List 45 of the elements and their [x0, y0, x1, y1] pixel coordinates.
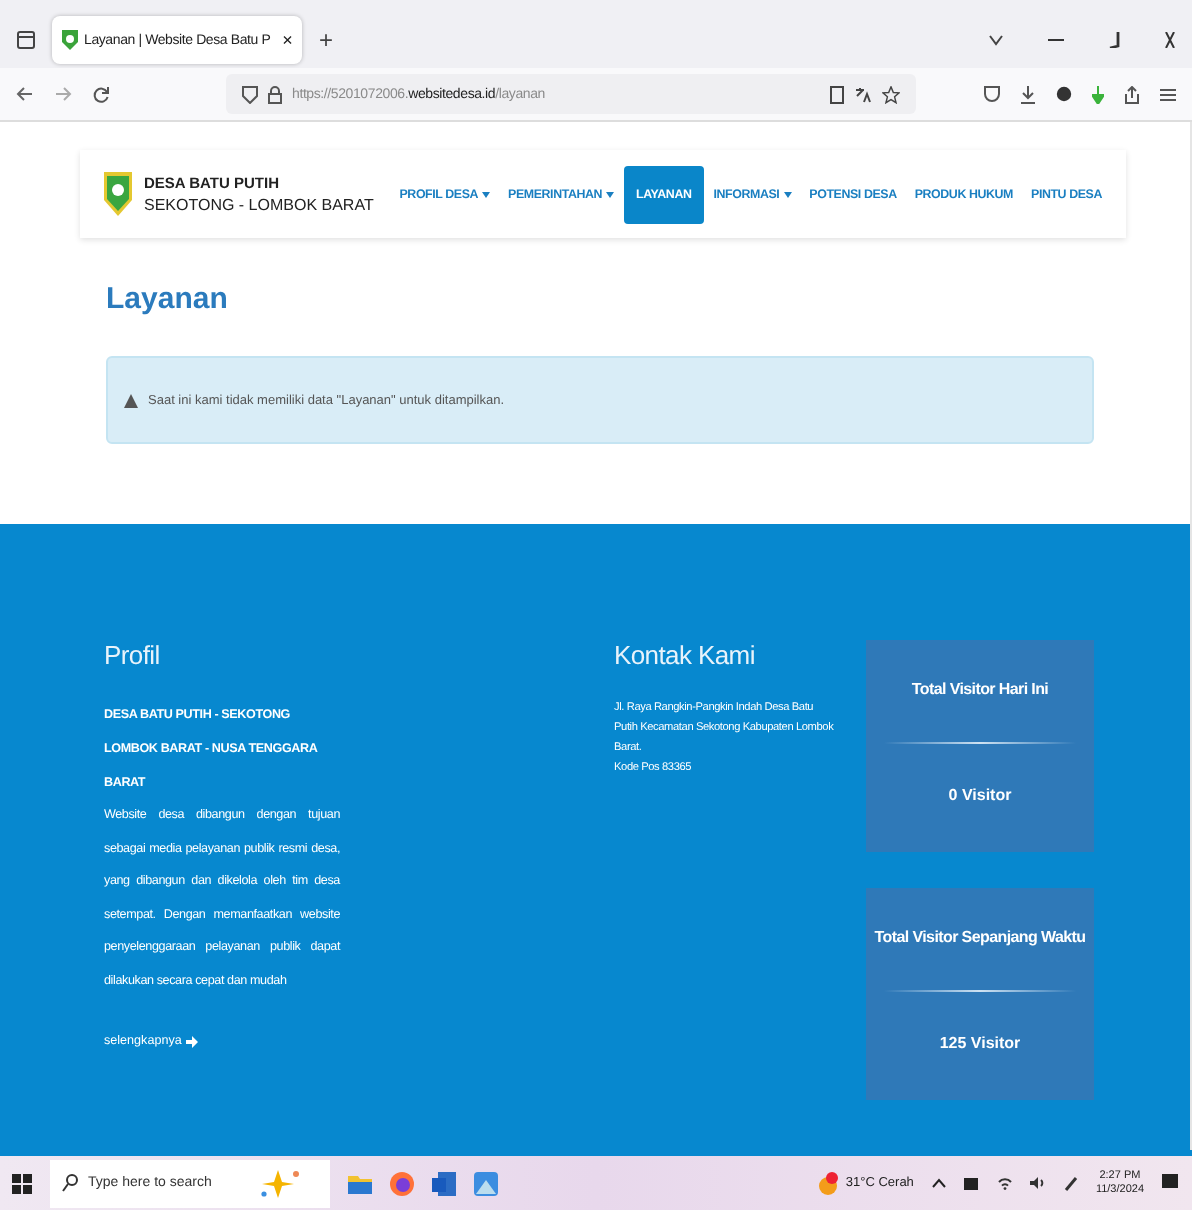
arrow-right-icon [185, 1035, 198, 1047]
emblem-logo-icon [104, 172, 132, 216]
translate-icon[interactable] [854, 85, 872, 103]
download-icon[interactable] [1020, 85, 1036, 103]
caret-icon [482, 191, 491, 197]
footer-heading: Kontak Kami [614, 640, 757, 670]
back-icon[interactable] [16, 86, 34, 102]
word-icon[interactable] [432, 1171, 456, 1195]
folder-icon[interactable] [348, 1171, 372, 1195]
site-subtitle: SEKOTONG - LOMBOK BARAT [144, 196, 374, 214]
chevron-up-icon[interactable] [931, 1178, 946, 1188]
page-heading: Layanan [106, 282, 230, 316]
arrow-down-icon[interactable] [1092, 85, 1104, 103]
caret-icon [783, 191, 792, 197]
scrollbar[interactable] [1190, 122, 1192, 1150]
warning-icon [124, 393, 138, 407]
menu-icon[interactable] [1160, 87, 1176, 101]
close-icon[interactable] [1164, 32, 1176, 48]
close-tab-button[interactable]: × [282, 30, 293, 50]
sparkle-icon [258, 1167, 302, 1199]
caret-icon [606, 191, 615, 197]
tab-list-icon[interactable] [16, 30, 36, 50]
reload-icon[interactable] [92, 85, 110, 103]
photos-icon[interactable] [474, 1171, 498, 1195]
speaker-icon[interactable] [1029, 1176, 1046, 1190]
visitor-count: 0 Visitor [948, 786, 1012, 804]
new-tab-button[interactable]: + [318, 26, 333, 54]
weather-icon [817, 1171, 838, 1195]
search-icon [62, 1174, 78, 1192]
footer-heading: Profil [104, 640, 162, 670]
visitor-label: Total Visitor Sepanjang Waktu [874, 928, 1086, 946]
minimize-icon[interactable] [1048, 38, 1064, 42]
browser-icon[interactable] [390, 1171, 414, 1195]
star-icon[interactable] [882, 85, 900, 103]
visitor-label: Total Visitor Hari Ini [911, 680, 1049, 698]
lock-icon [268, 85, 282, 103]
reader-view-icon[interactable] [830, 85, 844, 103]
shield-icon [62, 30, 78, 50]
pocket-icon[interactable] [984, 86, 1000, 102]
windows-start-icon[interactable] [12, 1173, 32, 1193]
visitor-count: 125 Visitor [939, 1034, 1021, 1052]
shield-icon [242, 85, 258, 103]
share-icon[interactable] [1124, 85, 1140, 103]
chevron-down-icon[interactable] [988, 34, 1004, 46]
wifi-icon[interactable] [997, 1176, 1012, 1190]
